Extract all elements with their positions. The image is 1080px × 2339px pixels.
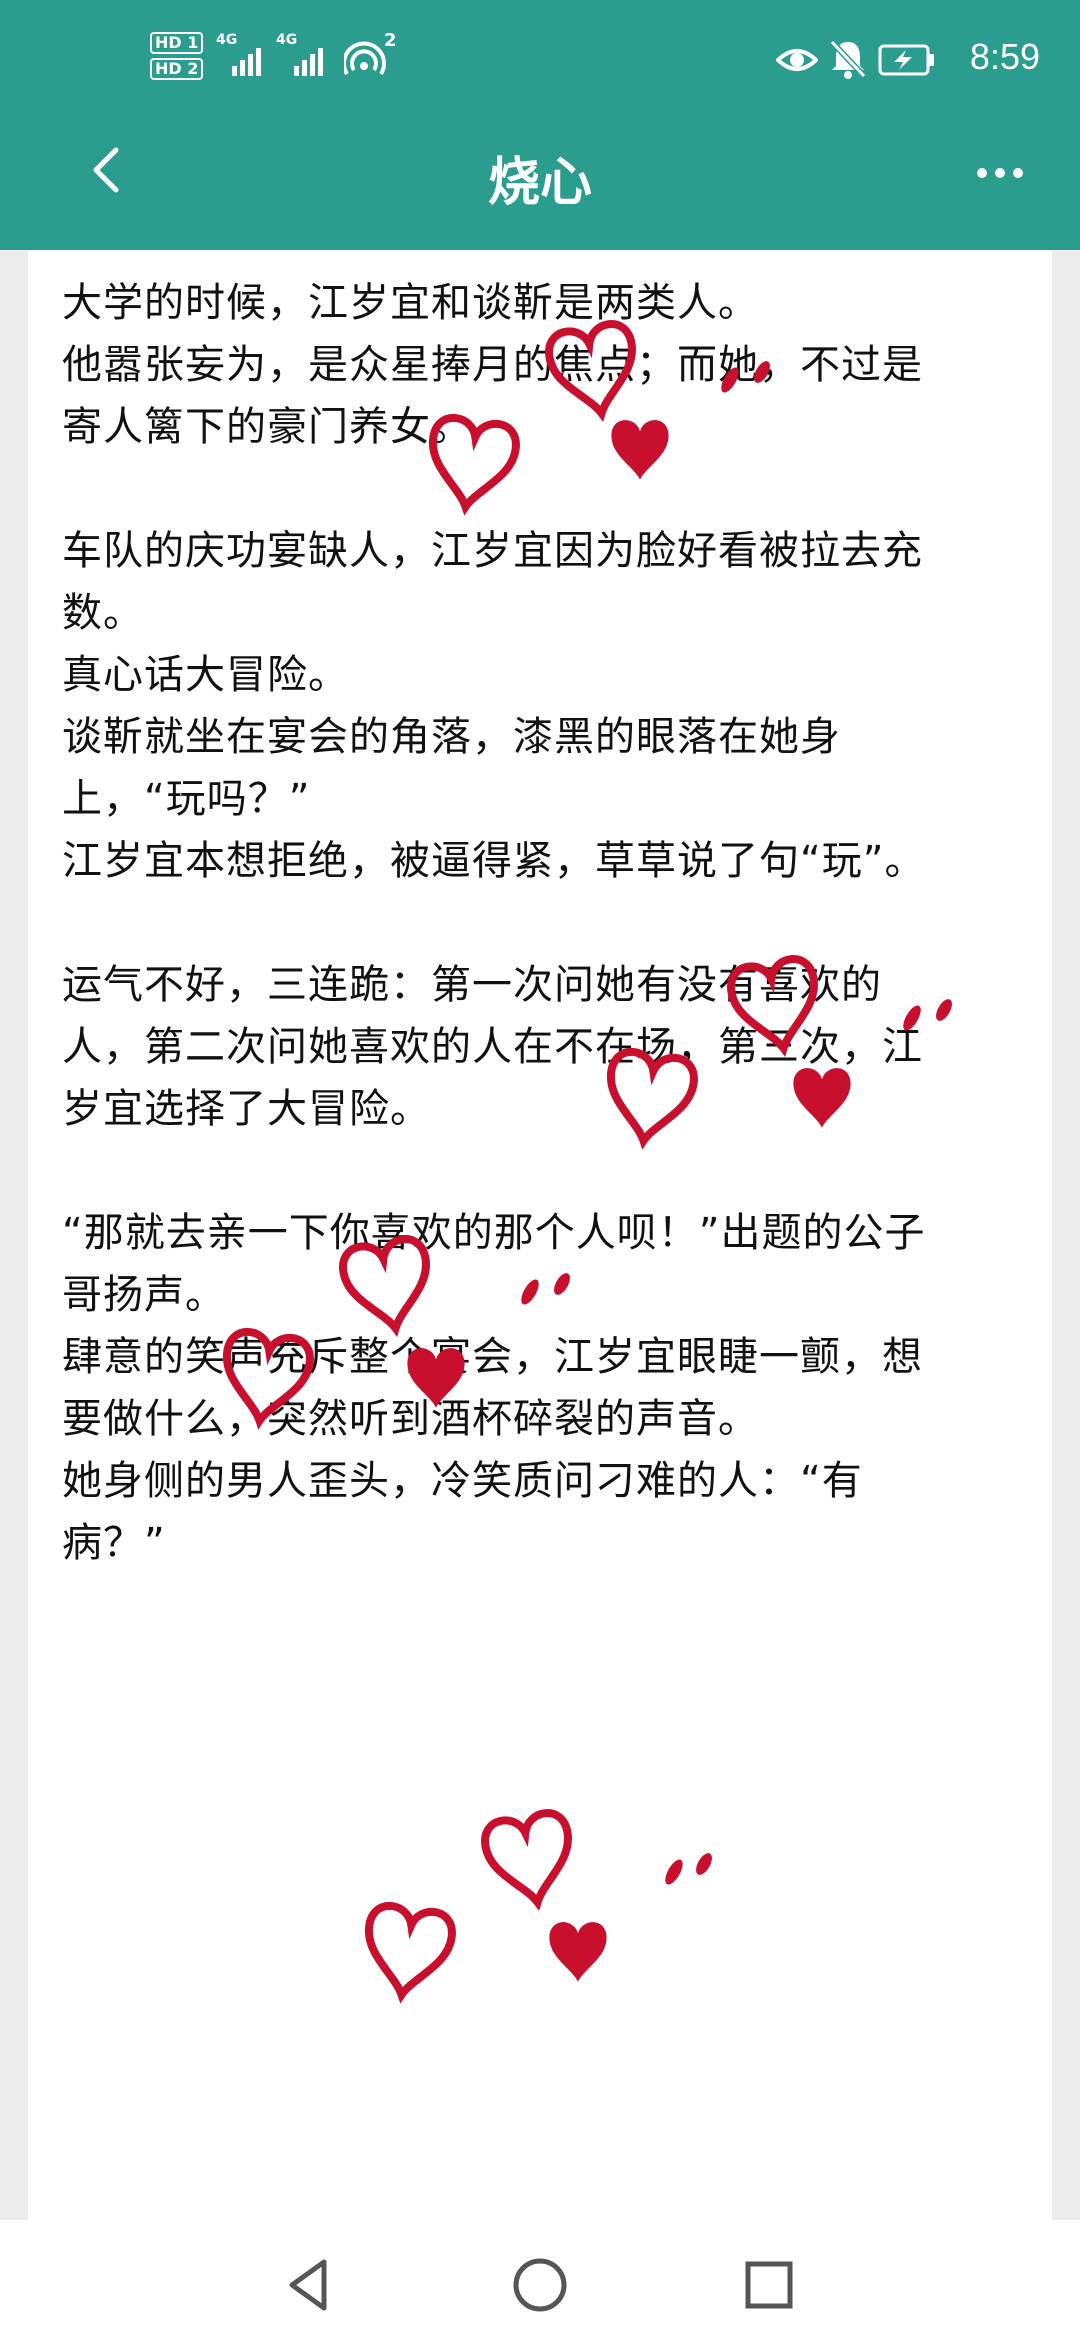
text-line: 真心话大冒险。 <box>62 652 349 698</box>
text-line: 寄人篱下的豪门养女。 <box>62 404 472 450</box>
text-line: 他嚣张妄为，是众星捧月的焦点；而她，不过是 <box>62 342 923 388</box>
text-line: 江岁宜本想拒绝，被逼得紧，草草说了句“玩”。 <box>62 838 926 884</box>
dot <box>977 168 987 178</box>
system-nav-bar <box>0 2220 1080 2339</box>
text-line: “那就去亲一下你喜欢的那个人呗！”出题的公子 <box>62 1210 926 1256</box>
reading-pane[interactable]: 大学的时候，江岁宜和谈靳是两类人。他嚣张妄为，是众星捧月的焦点；而她，不过是 寄人… <box>28 250 1052 2220</box>
nav-back-button[interactable] <box>274 2250 344 2320</box>
text-line: 哥扬声。 <box>62 1272 226 1318</box>
text-line: 病？” <box>62 1520 166 1566</box>
dot <box>995 168 1005 178</box>
signal2-icon <box>294 42 323 76</box>
sim2-badge: HD 2 <box>150 58 204 80</box>
text-line: 人，第二次问她喜欢的人在不在场，第三次，江 <box>62 1024 923 1070</box>
eye-icon <box>776 49 818 71</box>
app-bar: HD 1 HD 2 4G 4G 2 8:59 烧心 <box>0 0 1080 250</box>
text-line: 大学的时候，江岁宜和谈靳是两类人。 <box>62 280 759 326</box>
status-bar: HD 1 HD 2 4G 4G 2 8:59 <box>0 30 1080 90</box>
hotspot-count: 2 <box>384 30 397 51</box>
signal1-icon <box>232 42 261 76</box>
more-button[interactable] <box>970 148 1030 198</box>
text-line: 岁宜选择了大冒险。 <box>62 1086 431 1132</box>
mute-icon <box>830 39 866 79</box>
sim-indicators: HD 1 HD 2 <box>150 32 204 80</box>
text-line: 谈靳就坐在宴会的角落，漆黑的眼落在她身 <box>62 714 841 760</box>
battery-charging-icon <box>878 44 934 76</box>
text-line: 肆意的笑声充斥整个宴会，江岁宜眼睫一颤，想 <box>62 1334 923 1380</box>
text-line: 上，“玩吗？” <box>62 776 311 822</box>
text-line: 她身侧的男人歪头，冷笑质问刁难的人：“有 <box>62 1458 863 1504</box>
page-title: 烧心 <box>487 153 592 213</box>
dot <box>1013 168 1023 178</box>
sim1-badge: HD 1 <box>150 32 204 54</box>
text-line: 运气不好，三连跪：第一次问她有没有喜欢的 <box>62 962 882 1008</box>
text-line: 要做什么，突然听到酒杯碎裂的声音。 <box>62 1396 759 1442</box>
text-line: 车队的庆功宴缺人，江岁宜因为脸好看被拉去充 <box>62 528 923 574</box>
text-line: 数。 <box>62 590 144 636</box>
clock: 8:59 <box>969 36 1040 77</box>
nav-home-button[interactable] <box>505 2250 575 2320</box>
nav-recents-button[interactable] <box>734 2250 804 2320</box>
